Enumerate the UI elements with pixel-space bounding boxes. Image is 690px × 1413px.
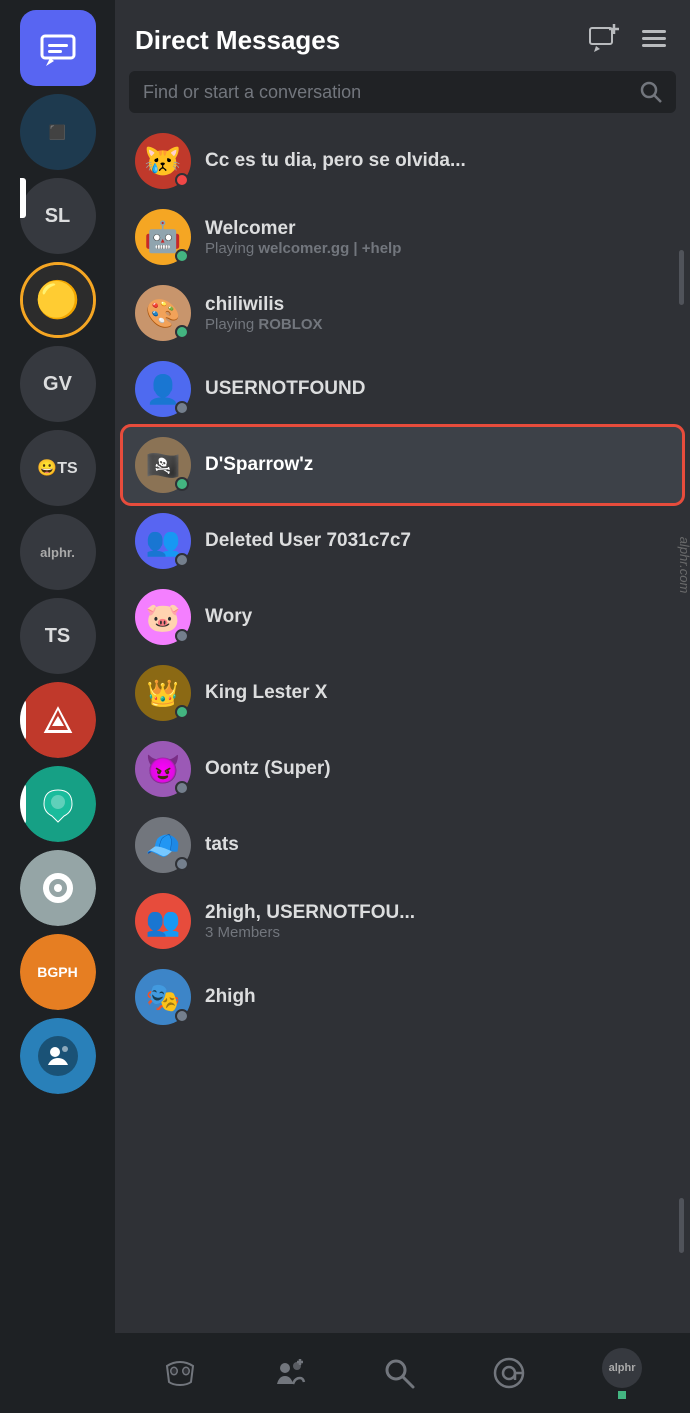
sidebar-icon-gv[interactable]: GV [20, 346, 96, 422]
conversation-list: 😿 Cc es tu dia, pero se olvida... 🤖 Welc… [115, 123, 690, 1333]
header-icons [586, 20, 670, 61]
list-item[interactable]: 😿 Cc es tu dia, pero se olvida... [123, 123, 682, 199]
list-item[interactable]: 👤 USERNOTFOUND [123, 351, 682, 427]
search-icon [640, 81, 662, 103]
conv-status: Playing welcomer.gg | +help [205, 240, 670, 257]
sidebar: ⬛ SL 🟡 GV 😀TS alphr. TS [0, 0, 115, 1413]
list-item[interactable]: 👑 King Lester X [123, 655, 682, 731]
conv-info: tats [205, 834, 670, 856]
conv-info: Cc es tu dia, pero se olvida... [205, 150, 670, 172]
new-dm-button[interactable] [586, 20, 622, 61]
list-item[interactable]: 🏴‍☠️ D'Sparrow'z [123, 427, 682, 503]
conv-info: 2high, USERNOTFOU... 3 Members [205, 902, 670, 941]
conv-info: USERNOTFOUND [205, 378, 670, 400]
avatar: 👤 [135, 361, 191, 417]
conv-status: 3 Members [205, 924, 670, 941]
list-item[interactable]: 🤖 Welcomer Playing welcomer.gg | +help [123, 199, 682, 275]
conv-info: Deleted User 7031c7c7 [205, 530, 670, 552]
list-item[interactable]: 🎨 chiliwilis Playing ROBLOX [123, 275, 682, 351]
status-dot [175, 629, 189, 643]
bottom-nav: alphr [115, 1333, 690, 1413]
sidebar-icon-circle[interactable] [20, 850, 96, 926]
menu-button[interactable] [638, 22, 670, 59]
conv-name: Deleted User 7031c7c7 [205, 530, 670, 552]
sidebar-arrow [20, 178, 26, 218]
sidebar-icon-photo[interactable] [20, 1018, 96, 1094]
status-dot [175, 857, 189, 871]
bottom-nav-friends[interactable] [273, 1356, 307, 1390]
avatar: 🤖 [135, 209, 191, 265]
conv-info: 2high [205, 986, 670, 1008]
status-dot [175, 249, 189, 263]
list-item[interactable]: 🐷 Wory [123, 579, 682, 655]
list-item[interactable]: 👥 2high, USERNOTFOU... 3 Members [123, 883, 682, 959]
sidebar-icon-messages[interactable] [20, 10, 96, 86]
bottom-nav-mentions[interactable] [492, 1356, 526, 1390]
conv-status: Playing ROBLOX [205, 316, 670, 333]
panel-header: Direct Messages [115, 0, 690, 71]
status-dot [175, 173, 189, 187]
scrollbar-thumb-bottom [679, 1198, 684, 1253]
sidebar-icon-sl[interactable]: SL [20, 178, 96, 254]
sidebar-icon-sl-wrap: SL [20, 178, 96, 254]
scrollbar-thumb-top [679, 250, 684, 305]
list-item[interactable]: 👥 Deleted User 7031c7c7 [123, 503, 682, 579]
status-dot [175, 1009, 189, 1023]
status-dot [175, 705, 189, 719]
avatar: 🧢 [135, 817, 191, 873]
sidebar-icon-server1[interactable]: ⬛ [20, 94, 96, 170]
conv-info: Oontz (Super) [205, 758, 670, 780]
status-dot [175, 401, 189, 415]
avatar: 🎨 [135, 285, 191, 341]
bottom-nav-alphr[interactable]: alphr [602, 1348, 642, 1399]
conv-info: D'Sparrow'z [205, 454, 670, 476]
avatar: 👥 [135, 513, 191, 569]
conv-info: chiliwilis Playing ROBLOX [205, 294, 670, 333]
conv-info: Welcomer Playing welcomer.gg | +help [205, 218, 670, 257]
conv-info: Wory [205, 606, 670, 628]
list-item[interactable]: 🎭 2high [123, 959, 682, 1035]
search-input[interactable] [143, 82, 630, 103]
avatar: 😈 [135, 741, 191, 797]
list-item[interactable]: 🧢 tats [123, 807, 682, 883]
avatar: 🏴‍☠️ [135, 437, 191, 493]
avatar: 😿 [135, 133, 191, 189]
alphr-online-dot [618, 1391, 626, 1399]
conv-name: Welcomer [205, 218, 670, 240]
conv-name: tats [205, 834, 670, 856]
conv-name: 2high, USERNOTFOU... [205, 902, 670, 924]
conv-name: 2high [205, 986, 670, 1008]
sidebar-icon-lego[interactable]: 🟡 [20, 262, 96, 338]
conv-info: King Lester X [205, 682, 670, 704]
avatar: 🎭 [135, 969, 191, 1025]
panel-title: Direct Messages [135, 25, 340, 56]
avatar: 👑 [135, 665, 191, 721]
conv-name: Cc es tu dia, pero se olvida... [205, 150, 670, 172]
sidebar-icon-alphr[interactable]: alphr. [20, 514, 96, 590]
sidebar-icon-ts[interactable]: 😀TS [20, 430, 96, 506]
status-dot [175, 325, 189, 339]
status-dot [175, 781, 189, 795]
conv-name: King Lester X [205, 682, 670, 704]
conv-name: Wory [205, 606, 670, 628]
bottom-nav-discord[interactable] [163, 1356, 197, 1390]
conv-name: USERNOTFOUND [205, 378, 670, 400]
avatar: 🐷 [135, 589, 191, 645]
main-panel: Direct Messages [115, 0, 690, 1413]
sidebar-icon-teal[interactable] [20, 766, 96, 842]
avatar: 👥 [135, 893, 191, 949]
status-dot [175, 477, 189, 491]
conv-name: D'Sparrow'z [205, 454, 670, 476]
list-item[interactable]: 😈 Oontz (Super) [123, 731, 682, 807]
conv-name: chiliwilis [205, 294, 670, 316]
conv-name: Oontz (Super) [205, 758, 670, 780]
sidebar-icon-red[interactable] [20, 682, 96, 758]
sidebar-icon-bgph[interactable]: BGPH [20, 934, 96, 1010]
bottom-nav-search[interactable] [382, 1356, 416, 1390]
status-dot [175, 553, 189, 567]
sidebar-icon-ts2[interactable]: TS [20, 598, 96, 674]
search-bar[interactable] [129, 71, 676, 113]
